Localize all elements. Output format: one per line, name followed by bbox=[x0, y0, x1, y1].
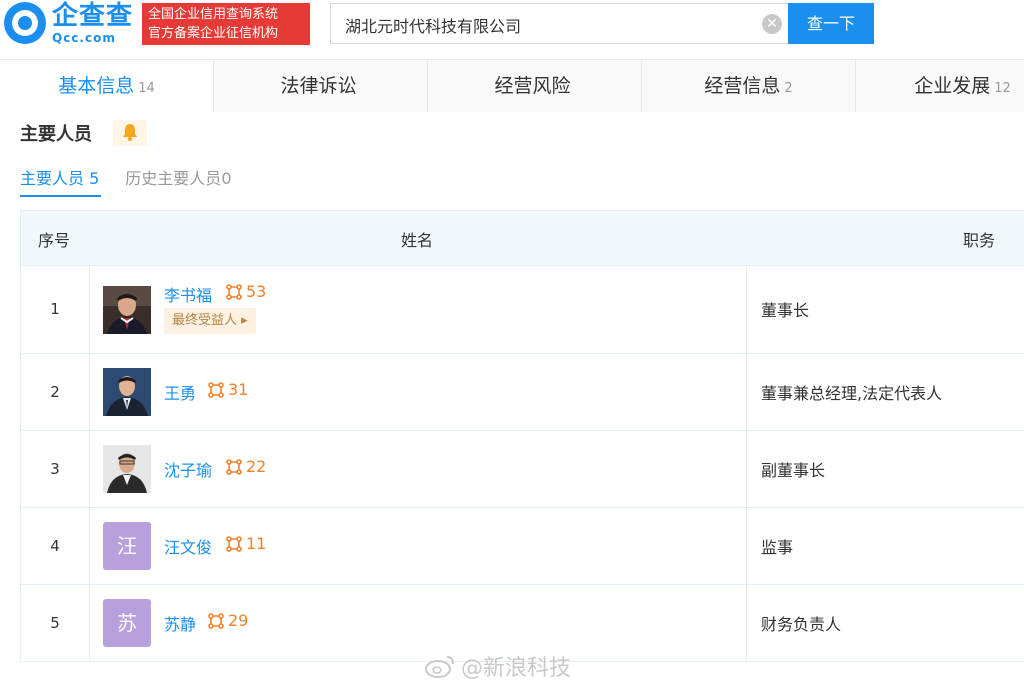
person-name-link[interactable]: 汪文俊 bbox=[164, 534, 212, 558]
personnel-subtabs: 主要人员 5 历史主要人员0 bbox=[20, 167, 256, 197]
tab-risk[interactable]: 经营风险 bbox=[428, 60, 642, 112]
avatar[interactable] bbox=[103, 445, 151, 493]
relation-icon bbox=[208, 381, 224, 398]
weibo-icon bbox=[425, 656, 454, 678]
subtab-current-personnel[interactable]: 主要人员 5 bbox=[20, 167, 102, 197]
search-input-value: 湖北元时代科技有限公司 bbox=[345, 17, 522, 36]
official-badge: 全国企业信用查询系统 官方备案企业征信机构 bbox=[142, 3, 310, 45]
tab-basic-info[interactable]: 基本信息 14 bbox=[0, 60, 214, 112]
header-name: 姓名 bbox=[401, 231, 434, 250]
tab-legal[interactable]: 法律诉讼 bbox=[214, 60, 428, 112]
table-row: 4 汪 汪文俊 11 监事 bbox=[21, 508, 1024, 585]
relation-count[interactable]: 31 bbox=[208, 380, 248, 399]
relation-icon bbox=[226, 283, 242, 300]
relation-icon bbox=[226, 535, 242, 552]
row-index: 2 bbox=[21, 354, 90, 430]
search-button[interactable]: 查一下 bbox=[788, 3, 874, 44]
row-index: 3 bbox=[21, 431, 90, 507]
table-row: 2 王勇 31 董事兼总经理,法定代表人 bbox=[21, 354, 1024, 431]
site-logo[interactable]: 企查查 Qcc.com bbox=[4, 2, 133, 44]
name-cell: 苏 苏静 29 bbox=[90, 585, 747, 661]
name-cell: 汪 汪文俊 11 bbox=[90, 508, 747, 584]
relation-count[interactable]: 22 bbox=[226, 457, 266, 476]
relation-count[interactable]: 11 bbox=[226, 534, 266, 553]
logo-text-cn: 企查查 bbox=[52, 0, 134, 31]
table-row: 1 李书福 53 最终受益人 ▸ 董事长 bbox=[21, 266, 1024, 354]
row-index: 5 bbox=[21, 585, 90, 661]
badge-line-2: 官方备案企业征信机构 bbox=[148, 26, 279, 41]
search-input[interactable]: 湖北元时代科技有限公司 ✕ bbox=[330, 3, 788, 44]
role-text: 副董事长 bbox=[761, 461, 826, 480]
clear-icon[interactable]: ✕ bbox=[762, 14, 782, 34]
tab-development[interactable]: 企业发展 12 bbox=[856, 60, 1024, 112]
avatar[interactable] bbox=[103, 368, 151, 416]
avatar[interactable]: 汪 bbox=[103, 522, 151, 570]
tab-business-info[interactable]: 经营信息 2 bbox=[642, 60, 856, 112]
table-row: 3 沈子瑜 22 副董事长 bbox=[21, 431, 1024, 508]
person-name-link[interactable]: 沈子瑜 bbox=[164, 457, 212, 481]
site-header: 企查查 Qcc.com 全国企业信用查询系统 官方备案企业征信机构 湖北元时代科… bbox=[0, 0, 1024, 52]
logo-icon bbox=[4, 2, 46, 44]
weibo-watermark: @新浪科技 bbox=[425, 650, 571, 682]
personnel-table: 序号 姓名 职务 1 李书福 53 最终受益人 ▸ 董事长 2 王勇 31 董事… bbox=[20, 210, 1024, 662]
row-index: 4 bbox=[21, 508, 90, 584]
table-header: 序号 姓名 职务 bbox=[21, 211, 1024, 266]
bell-icon bbox=[123, 124, 137, 141]
avatar[interactable] bbox=[103, 286, 151, 334]
relation-count[interactable]: 53 bbox=[226, 282, 266, 301]
person-name-link[interactable]: 苏静 bbox=[164, 611, 196, 635]
main-tabs: 基本信息 14 法律诉讼 经营风险 经营信息 2 企业发展 12 bbox=[0, 59, 1024, 112]
name-cell: 李书福 53 最终受益人 ▸ bbox=[90, 266, 747, 353]
logo-text-en: Qcc.com bbox=[52, 30, 116, 45]
watermark-text: @新浪科技 bbox=[461, 656, 572, 681]
relation-icon bbox=[208, 612, 224, 629]
role-text: 董事长 bbox=[761, 301, 810, 320]
badge-line-1: 全国企业信用查询系统 bbox=[148, 7, 279, 22]
ultimate-beneficiary-tag[interactable]: 最终受益人 ▸ bbox=[164, 308, 256, 334]
name-cell: 沈子瑜 22 bbox=[90, 431, 747, 507]
avatar[interactable]: 苏 bbox=[103, 599, 151, 647]
header-role: 职务 bbox=[963, 231, 996, 250]
header-index: 序号 bbox=[38, 231, 71, 250]
person-name-link[interactable]: 李书福 bbox=[164, 282, 212, 306]
role-text: 财务负责人 bbox=[761, 615, 842, 634]
follow-button[interactable] bbox=[113, 120, 147, 146]
relation-count[interactable]: 29 bbox=[208, 611, 248, 630]
role-text: 董事兼总经理,法定代表人 bbox=[761, 384, 943, 403]
person-name-link[interactable]: 王勇 bbox=[164, 380, 196, 404]
row-index: 1 bbox=[21, 266, 90, 353]
name-cell: 王勇 31 bbox=[90, 354, 747, 430]
role-text: 监事 bbox=[761, 538, 794, 557]
relation-icon bbox=[226, 458, 242, 475]
section-title: 主要人员 bbox=[20, 124, 92, 145]
subtab-history-personnel[interactable]: 历史主要人员0 bbox=[125, 167, 231, 197]
